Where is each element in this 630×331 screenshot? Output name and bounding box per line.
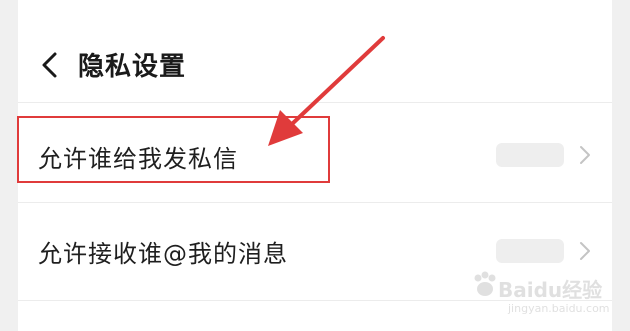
page-title: 隐私设置 (78, 52, 187, 82)
row-label: 允许接收谁@我的消息 (38, 240, 288, 268)
divider (18, 300, 612, 301)
chevron-right-icon (580, 242, 590, 260)
page-header: 隐私设置 (18, 28, 612, 100)
row-value-blurred (496, 143, 564, 167)
row-value-blurred (496, 239, 564, 263)
back-button[interactable] (38, 51, 62, 79)
row-allow-mention-messages[interactable]: 允许接收谁@我的消息 (18, 203, 612, 299)
settings-panel: 隐私设置 允许谁给我发私信 允许接收谁@我的消息 (18, 0, 612, 331)
chevron-right-icon (580, 146, 590, 164)
divider (18, 102, 612, 103)
chevron-left-icon (42, 52, 57, 78)
row-allow-private-messages[interactable]: 允许谁给我发私信 (18, 105, 612, 201)
screenshot-page: 隐私设置 允许谁给我发私信 允许接收谁@我的消息 Baidu经验 jingyan… (0, 0, 630, 331)
row-label: 允许谁给我发私信 (38, 145, 238, 173)
